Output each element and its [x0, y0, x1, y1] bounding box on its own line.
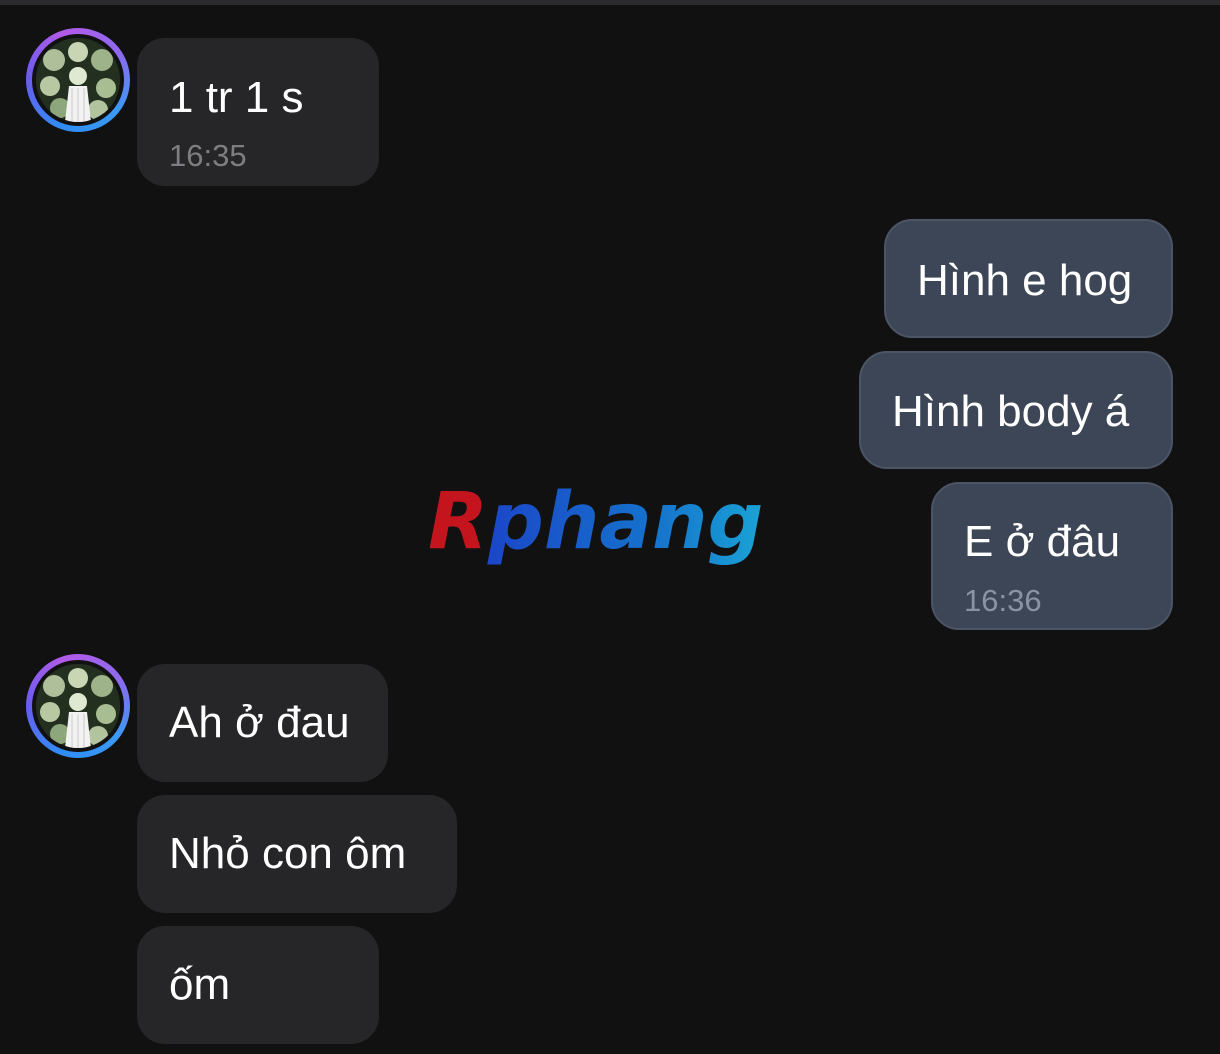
watermark-word: phang: [487, 478, 763, 567]
message-bubble[interactable]: E ở đâu 16:36: [931, 482, 1173, 630]
message-bubble[interactable]: Hình body á: [859, 351, 1173, 469]
message-text: Hình e hog: [917, 256, 1133, 305]
message-bubble[interactable]: ốm: [137, 926, 379, 1044]
message-bubble[interactable]: Nhỏ con ôm: [137, 795, 457, 913]
avatar-photo: [36, 664, 120, 748]
message-bubble[interactable]: Hình e hog: [884, 219, 1173, 338]
contact-avatar[interactable]: [26, 654, 130, 758]
top-divider: [0, 0, 1220, 5]
watermark-logo: R phang: [428, 478, 763, 567]
watermark-letter-r: R: [428, 478, 488, 567]
message-text: Ah ở đau: [169, 698, 350, 747]
message-text: 1 tr 1 s: [169, 73, 304, 122]
message-timestamp: 16:36: [964, 583, 1042, 618]
message-text: Nhỏ con ôm: [169, 829, 407, 878]
message-bubble[interactable]: Ah ở đau: [137, 664, 388, 782]
avatar-photo: [36, 38, 120, 122]
message-text: E ở đâu: [964, 517, 1121, 566]
contact-avatar[interactable]: [26, 28, 130, 132]
message-text: Hình body á: [892, 387, 1130, 436]
message-text: ốm: [169, 960, 231, 1009]
message-timestamp: 16:35: [169, 138, 247, 173]
message-bubble[interactable]: 1 tr 1 s 16:35: [137, 38, 379, 186]
chat-screen: 1 tr 1 s 16:35 Hình e hog Hình body á E …: [0, 0, 1220, 1054]
